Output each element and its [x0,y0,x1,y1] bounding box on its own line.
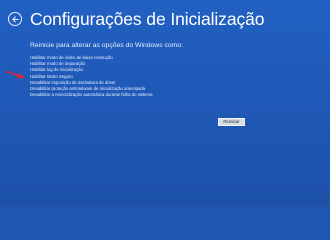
page-subtitle: Reinicie para alterar as opções do Windo… [30,42,184,49]
page-title: Configurações de Inicialização [30,9,265,29]
restart-button[interactable]: Reiniciar [218,118,245,126]
back-arrow-icon [11,15,19,23]
back-button[interactable] [8,12,22,26]
red-arrow-icon [5,70,26,79]
options-list: Habilitar modo de vídeo de baixa resoluç… [30,55,153,98]
startup-settings-screen: Configurações de Inicialização Reinicie … [0,0,330,206]
option-item: Desabilitar a reinicialização automática… [30,92,153,98]
